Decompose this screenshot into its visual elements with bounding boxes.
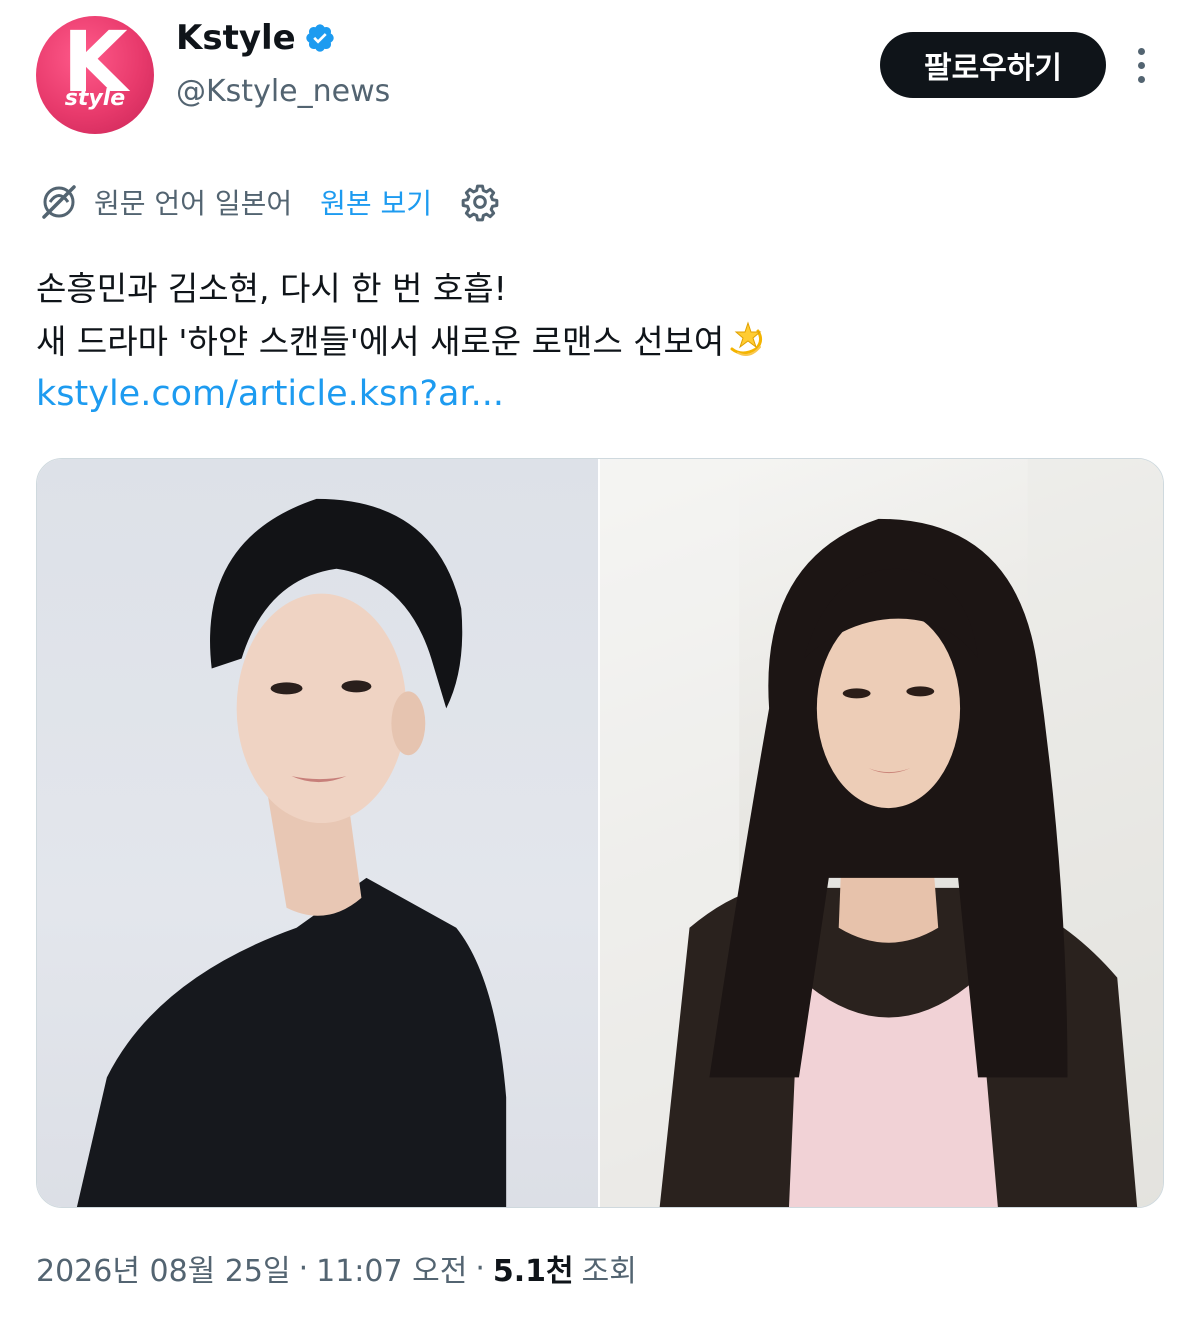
article-link[interactable]: kstyle.com/article.ksn?ar... — [36, 368, 1156, 421]
tweet-text-line-2: 새 드라마 '하얀 스캔들'에서 새로운 로맨스 선보여 — [36, 315, 1156, 368]
views-count: 5.1천 — [492, 1254, 574, 1289]
verified-badge-icon — [306, 24, 334, 52]
meta-separator: · — [298, 1250, 309, 1286]
woman-portrait-image — [600, 459, 1163, 1207]
source-language-label: 원문 언어 일본어 — [94, 187, 293, 220]
tweet-text-line-2-content: 새 드라마 '하얀 스캔들'에서 새로운 로맨스 선보여 — [36, 322, 725, 361]
avatar-sub: style — [64, 86, 126, 111]
show-original-link[interactable]: 원본 보기 — [320, 182, 432, 222]
tweet-text-line-1: 손흥민과 김소현, 다시 한 번 호흡! — [36, 269, 507, 308]
photo-right[interactable] — [598, 459, 1163, 1207]
tweet-date[interactable]: 2026년 08월 25일 — [36, 1246, 291, 1290]
more-dots-icon[interactable] — [1124, 40, 1158, 90]
follow-button[interactable]: 팔로우하기 — [880, 32, 1106, 98]
media-grid[interactable] — [36, 458, 1164, 1208]
tweet-card: K style Kstyle @Kstyle_news 팔로우하기 원문 언어 … — [0, 0, 1200, 1319]
tweet-meta: 2026년 08월 25일 · 11:07 오전 · 5.1천 조회 — [36, 1246, 637, 1290]
photo-left[interactable] — [37, 459, 598, 1207]
display-name[interactable]: Kstyle — [176, 18, 336, 58]
man-portrait-image — [76, 498, 507, 1207]
meta-separator-2: · — [475, 1250, 485, 1286]
translation-bar: 원문 언어 일본어 원본 보기 — [38, 180, 500, 224]
user-handle[interactable]: @Kstyle_news — [176, 74, 390, 109]
gear-icon[interactable] — [460, 182, 500, 222]
display-name-text: Kstyle — [176, 18, 296, 58]
tweet-time[interactable]: 11:07 오전 — [316, 1246, 467, 1290]
dizzy-star-emoji — [730, 321, 763, 356]
tweet-text: 손흥민과 김소현, 다시 한 번 호흡! 새 드라마 '하얀 스캔들'에서 새로… — [36, 262, 1156, 421]
translate-globe-icon — [42, 185, 76, 219]
avatar[interactable]: K style — [36, 16, 154, 134]
views-label: 조회 — [581, 1254, 637, 1289]
